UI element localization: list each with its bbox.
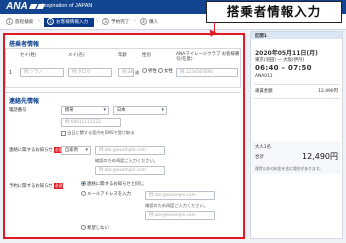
fare-label: 運賃金額 bbox=[255, 89, 273, 94]
email-type-select[interactable]: 自家用 bbox=[61, 146, 91, 155]
country-select[interactable]: 日本 bbox=[113, 106, 167, 115]
annotation-callout: 搭乗者情報入力 bbox=[206, 1, 342, 23]
flight-date: 2020年05月11日(月) bbox=[255, 50, 318, 57]
gender-female-radio[interactable]: 女性 bbox=[158, 68, 173, 76]
col-gender: 性別 bbox=[142, 53, 151, 58]
email-confirm-note: 確認のため再度ご入力ください。 bbox=[95, 158, 158, 163]
ana-logo[interactable]: ANA bbox=[6, 1, 45, 13]
passenger-table: セイ(姓) メイ(名) 年齢 性別 ANAマイレージクラブ お客様番号(任意) … bbox=[5, 48, 241, 88]
fare-value: 12,490円 bbox=[318, 89, 338, 94]
col-surname: セイ(姓) bbox=[20, 53, 37, 58]
flight-number: ANA011 bbox=[255, 74, 273, 79]
brand-tagline: Inspiration of JAPAN bbox=[42, 3, 93, 9]
col-age: 年齢 bbox=[118, 53, 127, 58]
total-label: 合計 bbox=[255, 155, 264, 160]
step-arrow-icon: › bbox=[96, 18, 98, 24]
radio-icon bbox=[81, 225, 86, 230]
checkbox-icon bbox=[61, 130, 66, 136]
flight-segment: 区間1 bbox=[255, 34, 267, 39]
passenger-count: 大人1名 bbox=[255, 145, 271, 150]
divider bbox=[254, 98, 340, 99]
step-search: 1 旅程検索 bbox=[6, 18, 33, 27]
surname-input[interactable]: 例:ソラノ bbox=[20, 68, 64, 77]
passenger-section-title: 搭乗者情報 bbox=[9, 41, 40, 48]
phone-label: 電話番号 bbox=[9, 108, 27, 113]
notify-same-radio[interactable]: 連絡に関するお知らせと同じ bbox=[81, 181, 144, 189]
email-confirm-input[interactable]: 例:abc@example.com bbox=[95, 166, 165, 175]
notify-none-radio[interactable]: 希望しない bbox=[81, 225, 109, 233]
flight-route: 東京(羽田) ― 大阪(伊丹) bbox=[255, 58, 305, 63]
radio-icon bbox=[81, 191, 86, 196]
step-customer-info: 2 お客様情報入力 bbox=[44, 18, 95, 27]
phone-type-select[interactable]: 携帯 bbox=[61, 106, 109, 115]
required-badge: 必須 bbox=[53, 183, 64, 189]
flight-time: 06:40 – 07:50 bbox=[255, 64, 312, 72]
email-label: 連絡に関するお知らせ 必須 bbox=[9, 147, 64, 153]
step-purchase: 4 購入 bbox=[140, 18, 158, 27]
age-unit: 歳 bbox=[135, 70, 140, 75]
total-note: 運賃以外の料金を含む場合があります。 bbox=[255, 166, 323, 171]
notify-email-input[interactable]: 例:abc@example.com bbox=[145, 191, 215, 200]
step-complete: 3 予約完了 bbox=[102, 18, 129, 27]
divider bbox=[254, 84, 340, 85]
radio-icon bbox=[158, 68, 163, 73]
notify-confirm-note: 確認のため再度ご入力ください。 bbox=[145, 203, 208, 208]
notify-confirm-input[interactable]: 例:abc@example.com bbox=[145, 211, 215, 220]
row-number: 1 bbox=[9, 70, 13, 76]
radio-selected-icon bbox=[81, 181, 86, 186]
itinerary-summary: 区間1 2020年05月11日(月) 東京(羽田) ― 大阪(伊丹) 06:40… bbox=[250, 31, 343, 239]
col-given: メイ(名) bbox=[68, 53, 85, 58]
radio-icon bbox=[142, 68, 147, 73]
step-arrow-icon: › bbox=[38, 18, 40, 24]
total-value: 12,490円 bbox=[302, 152, 338, 161]
phone-input[interactable]: 例:09011112222 bbox=[61, 118, 121, 127]
given-name-input[interactable]: 例:タロウ bbox=[68, 68, 112, 77]
contact-section: 電話番号 携帯 日本 例:09011112222 当日に関する案内をSMSで受け… bbox=[5, 92, 241, 236]
gender-male-radio[interactable]: 男性 bbox=[142, 68, 157, 76]
step-arrow-icon: › bbox=[134, 18, 136, 24]
col-mileage: ANAマイレージクラブ お客様番号(任意) bbox=[176, 52, 240, 62]
notify-email-radio[interactable]: メールアドレスを入力 bbox=[81, 191, 131, 199]
notify-label: 予約に関するお知らせ 必須 bbox=[9, 183, 64, 189]
email-input[interactable]: 例:abc@example.com bbox=[95, 146, 165, 155]
mileage-number-input[interactable]: 例:1234567890 bbox=[176, 68, 238, 77]
age-input[interactable]: 例:36 bbox=[118, 68, 134, 77]
sms-checkbox[interactable]: 当日に関する案内をSMSで受け取る bbox=[61, 130, 135, 136]
